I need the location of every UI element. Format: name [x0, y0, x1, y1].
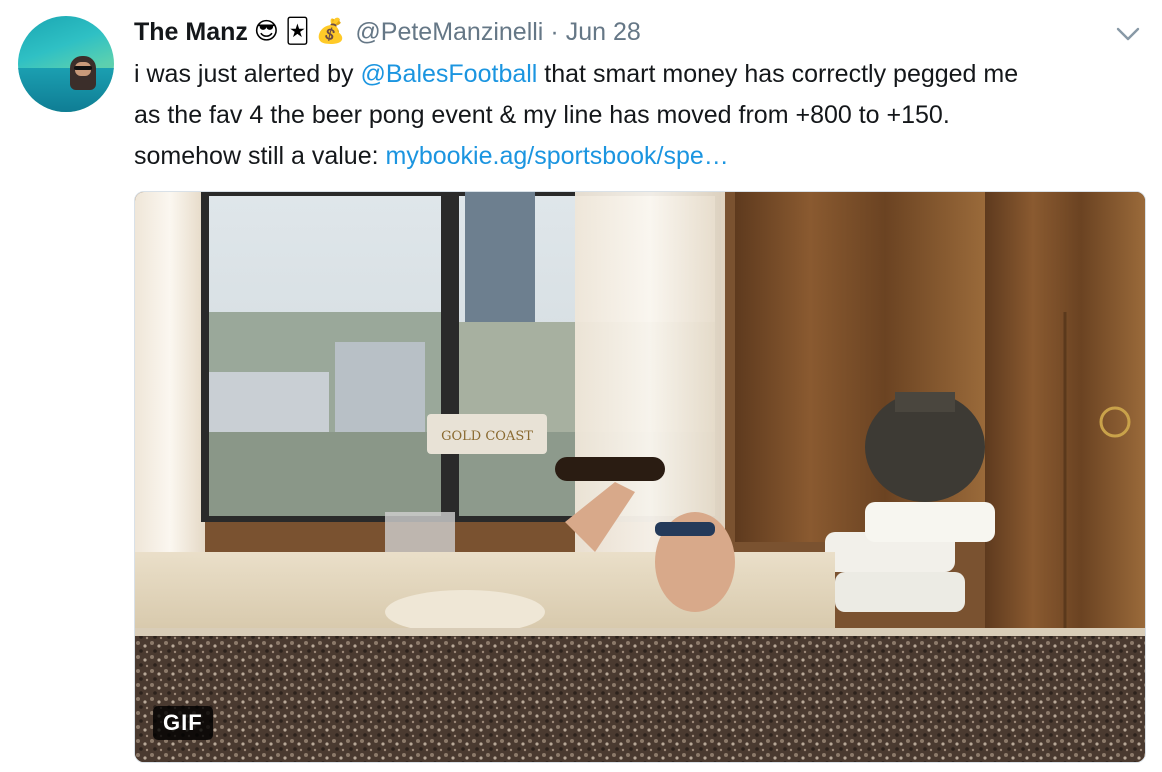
- text-fragment: somehow still a value:: [134, 142, 386, 170]
- joker-emoji-icon: 🃏: [284, 18, 310, 45]
- gold-coast-sign: GOLD COAST: [441, 429, 533, 444]
- avatar-glasses: [74, 66, 92, 70]
- tweet-header: The Manz 😎 🃏 💰 @PeteManzinelli · Jun 28: [134, 14, 641, 50]
- avatar-pool: [18, 68, 114, 112]
- url-link[interactable]: mybookie.ag/sportsbook/spe…: [386, 142, 729, 170]
- mention-link[interactable]: @BalesFootball: [361, 60, 538, 88]
- tweet-text-line-2: as the fav 4 the beer pong event & my li…: [134, 101, 950, 129]
- gif-frame-image: GOLD COAST: [135, 192, 1145, 762]
- text-fragment: i was just alerted by: [134, 60, 361, 88]
- user-handle[interactable]: @PeteManzinelli: [355, 18, 543, 47]
- tweet-text: i was just alerted by @BalesFootball tha…: [134, 54, 1144, 177]
- chevron-down-icon[interactable]: [1114, 22, 1142, 46]
- tweet-text-line-1: i was just alerted by @BalesFootball tha…: [134, 54, 1144, 95]
- gif-badge: GIF: [153, 706, 213, 740]
- media-gif[interactable]: GOLD COAST GIF: [134, 191, 1146, 763]
- tweet-text-line-3: somehow still a value: mybookie.ag/sport…: [134, 136, 1144, 177]
- header-separator: ·: [550, 17, 559, 46]
- money-bag-emoji-icon: 💰: [315, 18, 346, 45]
- text-fragment: that smart money has correctly pegged me: [537, 60, 1019, 88]
- tweet-date[interactable]: Jun 28: [566, 18, 641, 47]
- display-name[interactable]: The Manz: [134, 18, 248, 47]
- sunglasses-emoji-icon: 😎: [253, 18, 279, 45]
- avatar[interactable]: [18, 16, 114, 112]
